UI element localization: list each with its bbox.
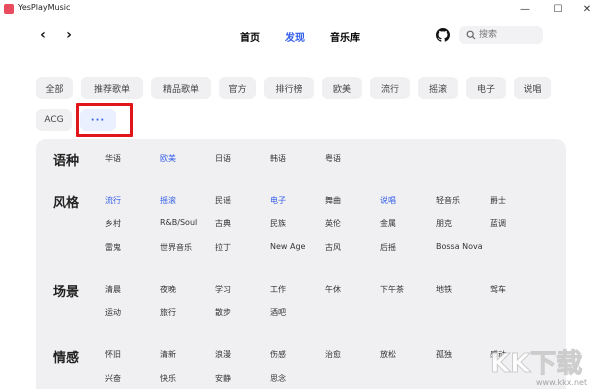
- tag-item[interactable]: 摇滚: [160, 195, 176, 206]
- tag-item[interactable]: R&B/Soul: [160, 218, 197, 227]
- tag-item[interactable]: 雷鬼: [105, 242, 121, 253]
- tag-item[interactable]: 金属: [380, 218, 396, 229]
- tab-explore[interactable]: 发现: [285, 29, 305, 44]
- category-button[interactable]: 电子: [466, 77, 506, 99]
- tag-item[interactable]: 怀旧: [105, 349, 121, 360]
- tag-item[interactable]: 乡村: [105, 218, 121, 229]
- tag-item[interactable]: 思念: [270, 373, 286, 384]
- tag-item[interactable]: 舞曲: [325, 195, 341, 206]
- section-title-language: 语种: [53, 154, 80, 169]
- tag-item[interactable]: 爵士: [490, 195, 506, 206]
- search-input[interactable]: [479, 28, 539, 42]
- tag-item[interactable]: 午休: [325, 284, 341, 295]
- tab-library[interactable]: 音乐库: [330, 29, 360, 44]
- tag-item[interactable]: 朋克: [436, 218, 452, 229]
- tag-item[interactable]: 散步: [215, 307, 231, 318]
- category-button[interactable]: 排行榜: [264, 77, 314, 99]
- tag-item[interactable]: 快乐: [160, 373, 176, 384]
- tab-home[interactable]: 首页: [240, 29, 260, 44]
- tag-item[interactable]: 古典: [215, 218, 231, 229]
- tag-item[interactable]: 夜晚: [160, 284, 176, 295]
- category-button-acg[interactable]: ACG: [36, 109, 72, 131]
- svg-text:KK下载: KK下载: [490, 349, 582, 379]
- tag-item[interactable]: 蓝调: [490, 218, 506, 229]
- tag-item[interactable]: 浪漫: [215, 349, 231, 360]
- tag-item[interactable]: 兴奋: [105, 373, 121, 384]
- tag-item[interactable]: 工作: [270, 284, 286, 295]
- tag-item[interactable]: 下午茶: [380, 284, 404, 295]
- tag-item[interactable]: 古风: [325, 242, 341, 253]
- search-box[interactable]: [459, 26, 543, 44]
- tag-item[interactable]: 清新: [160, 349, 176, 360]
- tag-item[interactable]: 电子: [270, 195, 286, 206]
- tag-item[interactable]: 酒吧: [270, 307, 286, 318]
- category-button[interactable]: 推荐歌单: [81, 77, 143, 99]
- tag-item[interactable]: 孤独: [436, 349, 452, 360]
- tag-item[interactable]: 安静: [215, 373, 231, 384]
- tag-item[interactable]: 粤语: [325, 153, 341, 164]
- tag-item[interactable]: 民谣: [215, 195, 231, 206]
- category-button[interactable]: 官方: [219, 77, 256, 99]
- kkx-watermark-logo: KK下载 www.kkx.net: [490, 349, 588, 388]
- tag-item[interactable]: 华语: [105, 153, 121, 164]
- annotation-highlight-box: [76, 103, 133, 137]
- tag-item[interactable]: 说唱: [380, 195, 396, 206]
- category-button[interactable]: 精品歌单: [151, 77, 211, 99]
- tag-item[interactable]: 驾车: [490, 284, 506, 295]
- tag-item[interactable]: 韩语: [270, 153, 286, 164]
- tag-item[interactable]: 伤感: [270, 349, 286, 360]
- section-title-scene: 场景: [53, 285, 80, 300]
- tag-item[interactable]: 运动: [105, 307, 121, 318]
- section-title-style: 风格: [53, 196, 80, 211]
- back-arrow-icon[interactable]: ‹: [36, 28, 50, 42]
- category-button[interactable]: 欧美: [322, 77, 362, 99]
- category-button[interactable]: 全部: [36, 77, 73, 99]
- category-button[interactable]: 说唱: [514, 77, 551, 99]
- tag-item[interactable]: 清晨: [105, 284, 121, 295]
- window-title: YesPlayMusic: [18, 3, 71, 12]
- tag-item[interactable]: 治愈: [325, 349, 341, 360]
- tag-item[interactable]: New Age: [270, 242, 305, 251]
- tag-item[interactable]: 民族: [270, 218, 286, 229]
- svg-text:www.kkx.net: www.kkx.net: [536, 378, 587, 387]
- tag-item[interactable]: 地铁: [436, 284, 452, 295]
- tag-item[interactable]: 流行: [105, 195, 121, 206]
- app-logo-icon: [4, 4, 14, 14]
- tag-item[interactable]: 拉丁: [215, 242, 231, 253]
- search-icon: [466, 30, 476, 40]
- tag-item[interactable]: 轻音乐: [436, 195, 460, 206]
- maximize-button[interactable]: ☐: [543, 0, 573, 18]
- close-button[interactable]: ✕: [572, 0, 600, 18]
- tag-item[interactable]: Bossa Nova: [436, 242, 483, 251]
- tag-item[interactable]: 学习: [215, 284, 231, 295]
- tag-item[interactable]: 欧美: [160, 153, 176, 164]
- category-button[interactable]: 流行: [370, 77, 410, 99]
- tag-item[interactable]: 英伦: [325, 218, 341, 229]
- category-button[interactable]: 摇滚: [418, 77, 458, 99]
- section-title-mood: 情感: [53, 351, 80, 366]
- github-icon[interactable]: [436, 28, 450, 42]
- tag-item[interactable]: 世界音乐: [160, 242, 192, 253]
- window-titlebar: YesPlayMusic — ☐ ✕: [0, 0, 600, 18]
- minimize-button[interactable]: —: [510, 0, 540, 18]
- forward-arrow-icon[interactable]: ›: [62, 28, 76, 42]
- tag-item[interactable]: 日语: [215, 153, 231, 164]
- tag-item[interactable]: 后摇: [380, 242, 396, 253]
- tag-item[interactable]: 旅行: [160, 307, 176, 318]
- tag-item[interactable]: 放松: [380, 349, 396, 360]
